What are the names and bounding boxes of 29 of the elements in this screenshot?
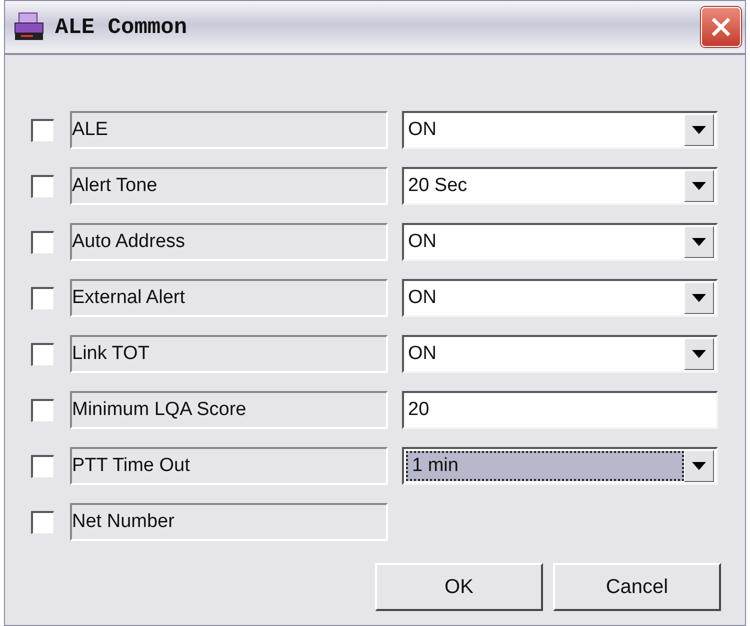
dropdown[interactable]: ON [402, 223, 718, 261]
field-label: ALE [70, 111, 388, 149]
dropdown[interactable]: ON [402, 111, 718, 149]
checkbox[interactable] [31, 454, 54, 478]
field-label: External Alert [70, 279, 388, 317]
dropdown[interactable]: ON [402, 279, 718, 317]
window-title: ALE Common [55, 14, 188, 40]
dialog-button[interactable]: Cancel [553, 563, 721, 611]
field-label: Minimum LQA Score [70, 391, 388, 429]
printer-icon [13, 12, 45, 42]
checkbox[interactable] [31, 342, 54, 366]
dropdown[interactable]: 1 min [402, 447, 718, 485]
checkbox[interactable] [31, 510, 54, 534]
dropdown[interactable]: 20 Sec [402, 167, 718, 205]
checkbox[interactable] [31, 398, 54, 422]
dialog-button[interactable]: OK [375, 563, 543, 611]
checkbox[interactable] [31, 286, 54, 310]
field-label: Alert Tone [70, 167, 388, 205]
input-field[interactable]: 20 [402, 391, 718, 429]
dropdown[interactable]: ON [402, 335, 718, 373]
checkbox[interactable] [31, 174, 54, 198]
close-icon [709, 15, 733, 39]
checkbox[interactable] [31, 230, 54, 254]
field-label: PTT Time Out [70, 447, 388, 485]
close-button[interactable] [701, 7, 741, 47]
field-label: Net Number [70, 503, 388, 541]
checkbox[interactable] [31, 118, 54, 142]
field-label: Auto Address [70, 223, 388, 261]
field-label: Link TOT [70, 335, 388, 373]
